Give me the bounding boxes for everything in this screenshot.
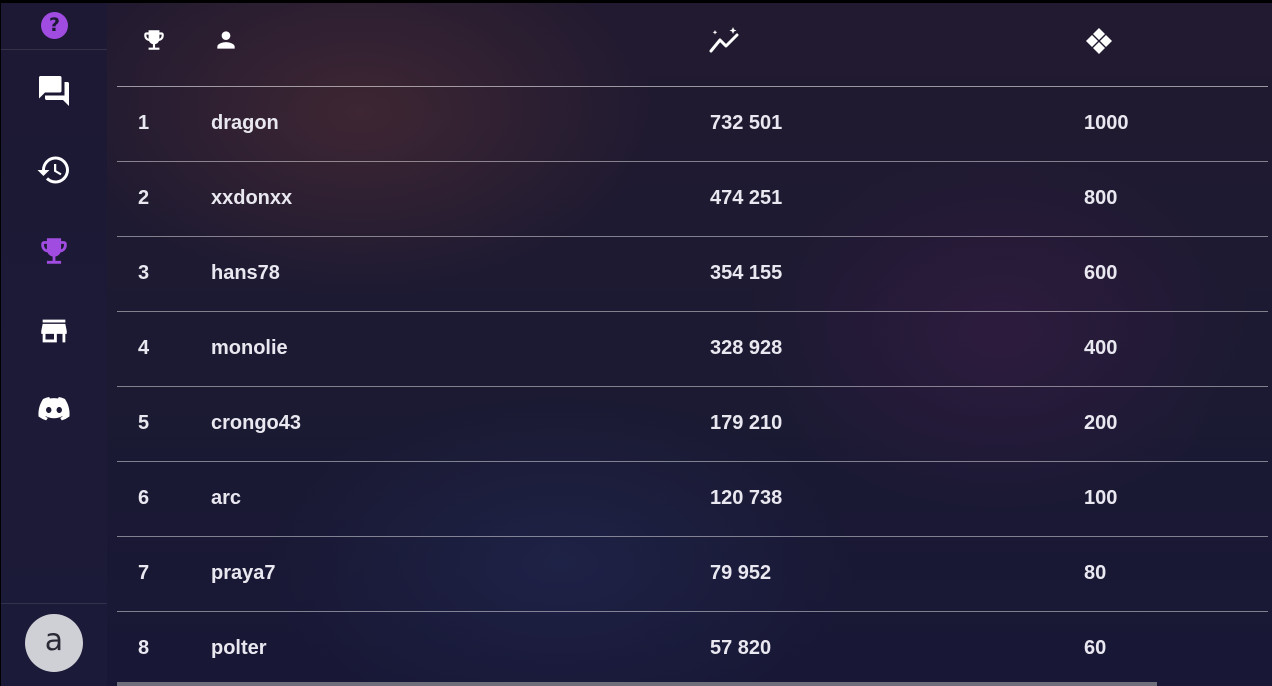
rank-cell: 3 — [138, 262, 150, 284]
diamond-icon — [1085, 27, 1113, 59]
score-cell: 179 210 — [710, 412, 783, 434]
leaderboard-rows: 1 dragon 732 501 1000 2 xxdonxx 474 251 800 3 han… — [117, 87, 1268, 686]
score-cell: 474 251 — [710, 187, 783, 209]
app-window: ? a 1 dragon 732 501 1000 2 xxdonxx 474 … — [0, 0, 1272, 686]
prize-cell: 1000 — [1084, 112, 1129, 134]
user-icon — [213, 27, 239, 57]
help-section: ? — [1, 3, 107, 50]
help-circle-icon[interactable]: ? — [41, 12, 68, 39]
rank-cell: 1 — [138, 112, 150, 134]
score-chart-icon — [709, 27, 741, 59]
table-row[interactable]: 1 dragon 732 501 1000 — [117, 87, 1268, 162]
sidebar: ? a — [0, 3, 107, 686]
leaderboard-header — [117, 3, 1268, 87]
avatar[interactable]: a — [25, 614, 83, 672]
table-row[interactable]: 6 arc 120 738 100 — [117, 462, 1268, 537]
player-name-cell: monolie — [211, 337, 288, 359]
horizontal-scrollbar[interactable] — [117, 682, 1157, 686]
score-cell: 120 738 — [710, 487, 783, 509]
table-row[interactable]: 2 xxdonxx 474 251 800 — [117, 162, 1268, 237]
prize-cell: 100 — [1084, 487, 1118, 509]
player-name-cell: crongo43 — [211, 412, 302, 434]
player-name-cell: praya7 — [211, 562, 276, 584]
history-icon[interactable] — [34, 150, 74, 190]
prize-cell: 200 — [1084, 412, 1118, 434]
table-row[interactable]: 5 crongo43 179 210 200 — [117, 387, 1268, 462]
score-cell: 732 501 — [710, 112, 783, 134]
player-name-cell: polter — [211, 637, 267, 659]
table-row[interactable]: 7 praya7 79 952 80 — [117, 537, 1268, 612]
table-row[interactable]: 8 polter 57 820 60 — [117, 612, 1268, 686]
rank-cell: 4 — [138, 337, 150, 359]
prize-cell: 800 — [1084, 187, 1118, 209]
prize-cell: 60 — [1084, 637, 1107, 659]
rank-cell: 8 — [138, 637, 150, 659]
store-icon[interactable] — [34, 311, 74, 351]
rank-cell: 2 — [138, 187, 150, 209]
chat-icon[interactable] — [34, 71, 74, 111]
score-cell: 79 952 — [710, 562, 772, 584]
player-name-cell: hans78 — [211, 262, 280, 284]
account-section: a — [1, 603, 107, 686]
prize-cell: 80 — [1084, 562, 1107, 584]
player-name-cell: xxdonxx — [211, 187, 293, 209]
rank-cell: 7 — [138, 562, 150, 584]
player-name-cell: dragon — [211, 112, 279, 134]
rank-cell: 6 — [138, 487, 150, 509]
score-cell: 354 155 — [710, 262, 783, 284]
table-row[interactable]: 4 monolie 328 928 400 — [117, 312, 1268, 387]
trophy-icon — [141, 27, 167, 57]
discord-icon[interactable] — [34, 389, 74, 429]
trophy-icon[interactable] — [34, 231, 74, 271]
player-name-cell: arc — [211, 487, 242, 509]
prize-cell: 400 — [1084, 337, 1118, 359]
score-cell: 328 928 — [710, 337, 783, 359]
leaderboard-table: 1 dragon 732 501 1000 2 xxdonxx 474 251 800 3 han… — [117, 3, 1268, 686]
prize-cell: 600 — [1084, 262, 1118, 284]
score-cell: 57 820 — [710, 637, 772, 659]
table-row[interactable]: 3 hans78 354 155 600 — [117, 237, 1268, 312]
rank-cell: 5 — [138, 412, 150, 434]
